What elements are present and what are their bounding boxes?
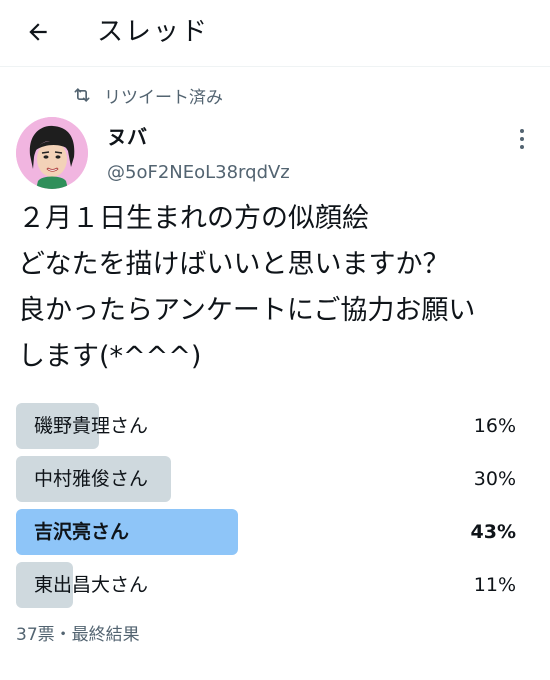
poll-option-percent: 16%	[473, 415, 516, 437]
avatar-illustration	[16, 117, 88, 189]
retweet-label: リツイート済み	[104, 87, 223, 108]
poll-footer: 37票・最終結果	[16, 625, 140, 645]
poll-option-percent: 43%	[470, 521, 516, 543]
poll-option: 磯野貴理さん 16%	[16, 403, 534, 449]
poll-option-label: 磯野貴理さん	[34, 415, 149, 437]
tweet-line: ２月１日生まれの方の似顔絵	[18, 203, 369, 234]
poll-option-label: 吉沢亮さん	[34, 521, 130, 543]
header-bar: スレッド	[0, 0, 550, 67]
poll-option: 中村雅俊さん 30%	[16, 456, 534, 502]
poll-option-percent: 30%	[473, 468, 516, 490]
tweet-line: どなたを描けばいいと思いますか？	[18, 249, 450, 280]
poll-option: 吉沢亮さん 43%	[16, 509, 534, 555]
poll-option-percent: 11%	[473, 574, 516, 596]
page-title: スレッド	[97, 17, 210, 47]
poll: 磯野貴理さん 16% 中村雅俊さん 30% 吉沢亮さん 43% 東出昌大さん 1…	[16, 403, 534, 615]
tweet-line: 良かったらアンケートにご協力お願い	[18, 295, 476, 326]
thread-page: スレッド リツイート済み ヌバ @5oF2NEoL38rqdVz ２月１日生まれ…	[0, 0, 550, 680]
more-options-button[interactable]	[510, 126, 534, 152]
arrow-left-icon	[29, 23, 47, 41]
poll-option-label: 東出昌大さん	[34, 574, 149, 596]
retweet-indicator[interactable]: リツイート済み	[72, 82, 223, 108]
tweet-text: ２月１日生まれの方の似顔絵 どなたを描けばいいと思いますか？ 良かったらアンケー…	[18, 196, 533, 380]
back-button[interactable]	[20, 14, 56, 50]
author-name[interactable]: ヌバ	[107, 124, 147, 150]
more-vertical-icon	[520, 129, 524, 133]
author-handle[interactable]: @5oF2NEoL38rqdVz	[107, 160, 290, 186]
retweet-icon	[72, 85, 92, 105]
avatar[interactable]	[16, 117, 88, 189]
poll-option: 東出昌大さん 11%	[16, 562, 534, 608]
tweet-line: します(*^^^)	[18, 341, 202, 372]
poll-option-label: 中村雅俊さん	[34, 468, 149, 490]
